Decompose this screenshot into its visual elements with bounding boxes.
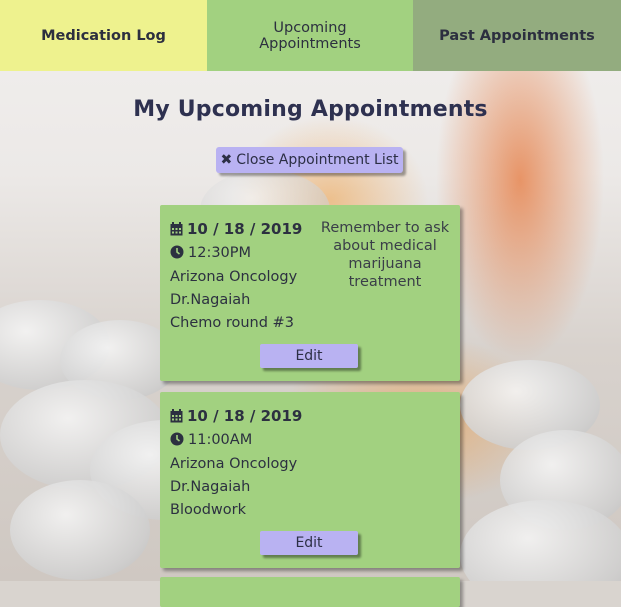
tab-upcoming-line2: Appointments xyxy=(259,35,361,52)
appointment-location: Arizona Oncology xyxy=(170,269,298,285)
calendar-icon xyxy=(170,222,183,236)
tab-upcoming-appointments[interactable]: Upcoming Appointments xyxy=(207,0,413,71)
page-title: My Upcoming Appointments xyxy=(133,97,488,122)
note-line: about medical xyxy=(333,238,437,254)
appointment-time-text: 11:00AM xyxy=(188,432,253,448)
tab-past-appointments[interactable]: Past Appointments xyxy=(413,0,621,71)
appointment-date: 10 / 18 / 2019 xyxy=(170,407,302,425)
appointment-card: 10 / 18 / 2019 12:30PM Arizona Oncology … xyxy=(160,205,460,381)
close-appointment-list-label: Close Appointment List xyxy=(236,152,399,168)
appointment-doctor: Dr.Nagaiah xyxy=(170,479,251,495)
edit-appointment-button[interactable]: Edit xyxy=(260,531,358,555)
appointment-date-text: 10 / 18 / 2019 xyxy=(187,407,303,425)
appointment-date: 10 / 18 / 2019 xyxy=(170,220,302,238)
tab-upcoming-appointments-label: Upcoming Appointments xyxy=(259,20,361,52)
tab-medication-log[interactable]: Medication Log xyxy=(0,0,207,71)
tab-upcoming-line1: Upcoming xyxy=(273,19,347,36)
appointment-doctor: Dr.Nagaiah xyxy=(170,292,251,308)
tab-medication-log-label: Medication Log xyxy=(41,27,166,44)
note-line: marijuana treatment xyxy=(348,256,422,290)
appointment-note: Remember to ask about medical marijuana … xyxy=(310,219,460,291)
clock-icon xyxy=(170,245,184,259)
appointment-location: Arizona Oncology xyxy=(170,456,298,472)
edit-button-label: Edit xyxy=(295,348,323,364)
appointment-card xyxy=(160,577,460,607)
appointment-card: 10 / 18 / 2019 11:00AM Arizona Oncology … xyxy=(160,392,460,568)
clock-icon xyxy=(170,432,184,446)
tab-past-appointments-label: Past Appointments xyxy=(439,27,595,44)
appointment-time: 12:30PM xyxy=(170,245,251,261)
top-navigation: Medication Log Upcoming Appointments Pas… xyxy=(0,0,621,71)
appointment-purpose: Bloodwork xyxy=(170,502,247,518)
appointment-purpose: Chemo round #3 xyxy=(170,315,294,331)
edit-button-label: Edit xyxy=(295,535,323,551)
appointment-time: 11:00AM xyxy=(170,432,252,448)
close-appointment-list-button[interactable]: ✖ Close Appointment List xyxy=(216,147,403,173)
appointment-date-text: 10 / 18 / 2019 xyxy=(187,220,303,238)
note-line: Remember to ask xyxy=(320,220,450,236)
appointment-time-text: 12:30PM xyxy=(188,245,252,261)
calendar-icon xyxy=(170,409,183,423)
close-icon: ✖ xyxy=(220,152,233,168)
edit-appointment-button[interactable]: Edit xyxy=(260,344,358,368)
